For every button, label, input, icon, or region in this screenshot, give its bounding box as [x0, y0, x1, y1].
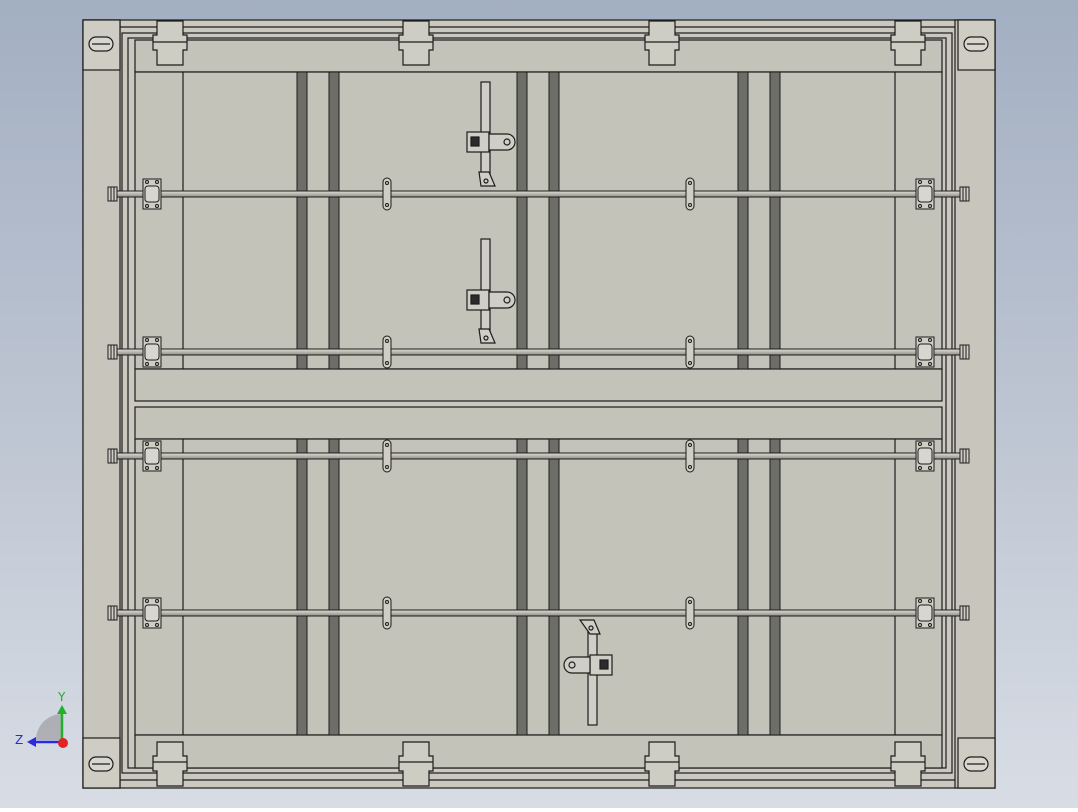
corrugation-rib: [328, 438, 340, 736]
hinge-icon: [644, 20, 680, 66]
x-axis-dot-icon: [58, 738, 68, 748]
corner-casting-icon: [82, 19, 121, 71]
graphics-viewport[interactable]: Y Z: [0, 0, 1078, 808]
lower-door-top-rail: [134, 406, 943, 440]
z-axis-arrow-icon: [27, 737, 36, 747]
corner-casting-icon: [82, 737, 121, 789]
hinge-icon: [152, 20, 188, 66]
corner-casting-icon: [957, 737, 996, 789]
corrugation-rib: [516, 71, 528, 370]
corrugation-rib: [737, 71, 749, 370]
corrugation-rib: [296, 438, 308, 736]
corrugation-rib: [516, 438, 528, 736]
upper-door-header: [134, 39, 943, 73]
z-axis-label: Z: [15, 733, 23, 747]
hinge-icon: [890, 741, 926, 787]
corner-casting-icon: [957, 19, 996, 71]
hinge-icon: [152, 741, 188, 787]
corrugation-rib: [548, 438, 560, 736]
view-orientation-triad[interactable]: Y Z: [15, 690, 68, 748]
corrugation-rib: [328, 71, 340, 370]
hinge-icon: [398, 741, 434, 787]
hinge-icon: [398, 20, 434, 66]
lower-door-panel: [134, 438, 943, 736]
triad-arc: [36, 714, 62, 740]
corrugation-rib: [769, 71, 781, 370]
corrugation-rib: [296, 71, 308, 370]
corrugation-rib: [737, 438, 749, 736]
cad-model-view[interactable]: Y Z: [0, 0, 1078, 808]
upper-door-panel: [134, 71, 943, 370]
right-post: [954, 19, 996, 789]
y-axis-label: Y: [57, 690, 66, 704]
corrugation-rib: [548, 71, 560, 370]
upper-door-bottom-rail: [134, 368, 943, 402]
hinge-icon: [890, 20, 926, 66]
hinge-icon: [644, 741, 680, 787]
lower-door-bottom-rail: [134, 734, 943, 769]
y-axis-arrow-icon: [57, 705, 67, 714]
left-post: [82, 19, 121, 789]
corrugation-rib: [769, 438, 781, 736]
